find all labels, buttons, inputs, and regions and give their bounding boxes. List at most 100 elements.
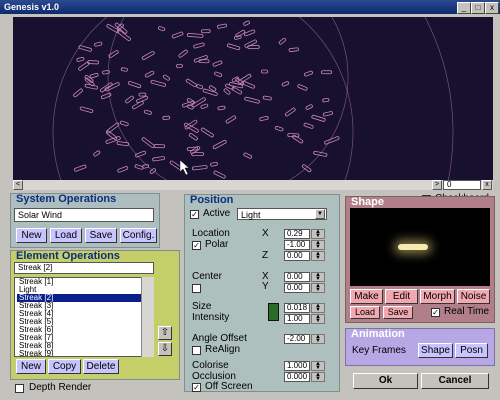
active-checkbox[interactable]: ✓ [190, 210, 199, 219]
center-x-field[interactable]: 0.00 [284, 272, 310, 282]
ok-button[interactable]: Ok [353, 373, 418, 389]
system-save-button[interactable]: Save [85, 228, 117, 243]
occlusion-stepper[interactable]: ▲ ▼ [311, 372, 325, 382]
system-load-button[interactable]: Load [50, 228, 82, 243]
keyframe-shape-button[interactable]: Shape [418, 343, 453, 358]
maximize-button[interactable]: □ [471, 2, 485, 14]
shape-load-button[interactable]: Load [350, 306, 380, 319]
position-title: Position [190, 194, 234, 206]
move-down-button[interactable]: ⇩ [158, 342, 172, 356]
location-y-stepper[interactable]: ▲ ▼ [311, 240, 325, 250]
orbit-ring [424, 17, 454, 180]
intensity-label: Intensity [192, 312, 230, 323]
particle-streak [226, 43, 241, 51]
particle-streak [322, 97, 330, 103]
shape-edit-button[interactable]: Edit [385, 289, 418, 304]
type-dropdown-icon[interactable]: ▼ [315, 209, 325, 219]
shape-preview-glow [398, 244, 428, 250]
shape-make-button[interactable]: Make [350, 289, 383, 304]
particle-streak [320, 70, 333, 75]
realign-checkbox[interactable] [192, 346, 201, 355]
element-copy-button[interactable]: Copy [48, 359, 81, 374]
size-stepper[interactable]: ▲ ▼ [311, 303, 325, 313]
particle-streak [225, 115, 237, 124]
off-screen-checkbox[interactable]: ✓ [192, 383, 201, 392]
angle-offset-stepper[interactable]: ▲ ▼ [311, 334, 325, 344]
particle-streak [78, 45, 92, 52]
location-x-field[interactable]: 0.29 [284, 229, 310, 239]
particle-streak [305, 104, 313, 110]
center-x-stepper[interactable]: ▲ ▼ [311, 272, 325, 282]
system-operations-title: System Operations [16, 193, 117, 205]
shape-save-button[interactable]: Save [383, 306, 413, 319]
element-list-scrollbar[interactable] [141, 277, 154, 357]
system-config-button[interactable]: Config. [120, 228, 157, 243]
intensity-field[interactable]: 1.00 [284, 314, 310, 324]
particle-streak [259, 116, 269, 121]
particle-streak [105, 136, 121, 144]
particle-streak [188, 133, 198, 141]
move-up-button[interactable]: ⇧ [158, 326, 172, 340]
colorise-field[interactable]: 1.000 [284, 361, 310, 371]
particle-streak [278, 37, 287, 45]
cancel-button[interactable]: Cancel [421, 373, 489, 389]
element-operations-title: Element Operations [16, 250, 120, 262]
location-y-field[interactable]: -1.00 [284, 240, 310, 250]
occlusion-field[interactable]: 0.000 [284, 372, 310, 382]
particle-streak [210, 161, 218, 167]
particle-streak [178, 49, 188, 58]
animation-title: Animation [351, 328, 405, 340]
size-field[interactable]: 0.018 [284, 303, 310, 313]
location-z-stepper[interactable]: ▲ ▼ [311, 251, 325, 261]
element-type-select[interactable]: Light [237, 208, 327, 220]
minimize-button[interactable]: _ [457, 2, 471, 14]
mouse-cursor-icon [179, 159, 190, 176]
location-z-field[interactable]: 0.00 [284, 251, 310, 261]
particle-streak [93, 150, 101, 157]
window-title: Genesis v1.0 [4, 2, 60, 12]
colorise-stepper[interactable]: ▲ ▼ [311, 361, 325, 371]
element-selected-field[interactable]: Streak [2] [14, 262, 154, 274]
particle-streak [217, 105, 226, 111]
scroll-close-button[interactable]: x [482, 180, 492, 190]
center-checkbox[interactable] [192, 284, 201, 293]
particle-streak [89, 72, 99, 79]
viewport-scrollbar[interactable] [13, 180, 493, 190]
depth-render-checkbox[interactable] [15, 384, 24, 393]
particle-streak [153, 144, 166, 149]
element-list-item[interactable]: Streak [1] [17, 278, 153, 286]
particle-streak [117, 166, 129, 173]
scroll-left-button[interactable]: < [13, 180, 23, 190]
keyframe-posn-button[interactable]: Posn [455, 343, 488, 358]
close-button[interactable]: x [485, 2, 499, 14]
element-delete-button[interactable]: Delete [83, 359, 119, 374]
particle-streak [79, 106, 94, 113]
element-list[interactable]: Streak [1] Light Streak [2] Streak [3] Strea… [14, 277, 154, 357]
real-time-checkbox[interactable]: ✓ [431, 308, 440, 317]
frame-value-field[interactable]: 0 [443, 180, 481, 190]
system-new-button[interactable]: New [16, 228, 47, 243]
element-list-item[interactable]: Streak [9] [17, 350, 153, 357]
angle-offset-field[interactable]: -2.00 [284, 334, 310, 344]
center-y-stepper[interactable]: ▲ ▼ [311, 283, 325, 293]
intensity-stepper[interactable]: ▲ ▼ [311, 314, 325, 324]
center-y-field[interactable]: 0.00 [284, 283, 310, 293]
orbit-ring [107, 17, 349, 180]
realign-label: ReAlign [205, 344, 241, 355]
polar-checkbox[interactable]: ✓ [192, 241, 201, 250]
particle-streak [162, 74, 170, 81]
center-y-label: Y [262, 281, 269, 292]
shape-morph-button[interactable]: Morph [420, 289, 455, 304]
render-viewport[interactable] [13, 17, 493, 180]
element-new-button[interactable]: New [16, 359, 46, 374]
link-toggle[interactable] [268, 303, 279, 321]
particle-streak [184, 122, 199, 133]
location-x-stepper[interactable]: ▲ ▼ [311, 229, 325, 239]
particle-streak [138, 92, 147, 97]
particle-streak [214, 71, 223, 78]
scroll-right-button[interactable]: > [432, 180, 442, 190]
particle-streak [244, 39, 257, 48]
particle-streak [102, 70, 110, 75]
system-name-field[interactable]: Solar Wind [14, 208, 154, 222]
shape-noise-button[interactable]: Noise [457, 289, 490, 304]
